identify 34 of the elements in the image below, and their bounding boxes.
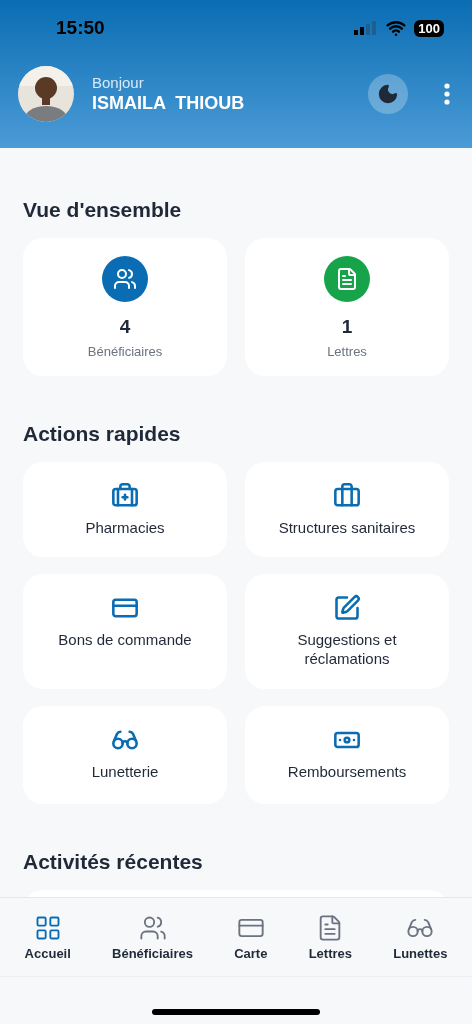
edit-icon xyxy=(333,594,361,622)
section-title: Actions rapides xyxy=(23,422,182,446)
user-name: ISMAILA THIOUB xyxy=(92,93,246,114)
signal-icon xyxy=(354,21,379,35)
section-title: Activités récentes xyxy=(23,850,204,874)
stat-value: 4 xyxy=(119,315,131,338)
nav-tab[interactable]: Lunettes xyxy=(393,913,448,961)
stat-label: Lettres xyxy=(327,343,367,359)
action-card[interactable]: Suggestions et réclamations xyxy=(245,574,449,689)
action-card[interactable]: Structures sanitaires xyxy=(245,462,449,557)
nav-tab[interactable]: Accueil xyxy=(24,913,71,961)
action-card[interactable]: Bons de commande xyxy=(23,574,227,689)
action-card[interactable]: Remboursements xyxy=(245,706,449,804)
document-icon xyxy=(335,266,359,291)
stat-label: Bénéficiaires xyxy=(87,343,163,359)
stat-value: 1 xyxy=(341,315,353,338)
battery-level: 100 xyxy=(414,19,444,37)
nav-tab[interactable]: Carte xyxy=(234,913,268,961)
medical-bag-icon xyxy=(111,482,139,510)
action-card[interactable]: Lunetterie xyxy=(23,706,227,804)
wifi-icon xyxy=(386,18,407,38)
section-title: Vue d'ensemble xyxy=(23,198,183,222)
users-icon xyxy=(113,266,137,291)
nav-tab[interactable]: Lettres xyxy=(308,913,352,961)
greeting: Bonjour xyxy=(92,74,145,91)
more-icon xyxy=(444,83,450,105)
dark-mode-button[interactable] xyxy=(368,74,408,114)
action-card[interactable]: Pharmacies xyxy=(23,462,227,557)
stat-card[interactable]: 1 Lettres xyxy=(245,238,449,376)
stat-card[interactable]: 4 Bénéficiaires xyxy=(23,238,227,376)
moon-icon xyxy=(377,83,399,105)
nav-tab[interactable]: Bénéficiaires xyxy=(112,913,193,961)
more-button[interactable] xyxy=(444,83,450,105)
status-time: 15:50 xyxy=(56,17,105,39)
